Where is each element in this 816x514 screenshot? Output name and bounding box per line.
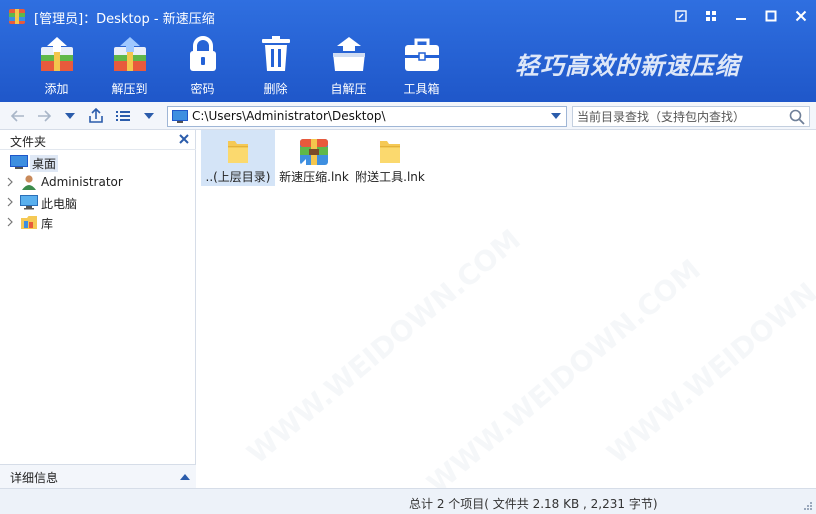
- add-archive-icon: [35, 34, 79, 74]
- close-button[interactable]: [786, 0, 816, 32]
- tree-item-this-pc[interactable]: 此电脑: [0, 192, 196, 212]
- library-icon: [21, 216, 37, 229]
- add-label: 添加: [44, 82, 69, 96]
- extract-to-icon: [108, 34, 152, 74]
- tree-item-library[interactable]: 库: [0, 212, 196, 232]
- app-header: [管理员]：Desktop - 新速压缩 添加 解压到 密码 删除 自解压 工具…: [0, 0, 816, 102]
- file-item-label: 附送工具.lnk: [355, 170, 425, 184]
- chevron-right-icon[interactable]: [6, 197, 14, 207]
- toolbox-button[interactable]: 工具箱: [385, 34, 458, 100]
- view-mode-button[interactable]: [113, 106, 133, 126]
- tree-item-administrator[interactable]: Administrator: [0, 172, 196, 192]
- chevron-up-icon[interactable]: [180, 473, 190, 480]
- minimize-button[interactable]: [726, 0, 756, 32]
- file-item-label: 新速压缩.lnk: [279, 170, 349, 184]
- resize-grip-icon[interactable]: [803, 501, 813, 511]
- address-bar[interactable]: C:\Users\Administrator\Desktop\: [167, 106, 567, 127]
- forward-button[interactable]: [34, 106, 54, 126]
- tree-item-desktop[interactable]: 桌面: [0, 152, 196, 172]
- lock-icon: [181, 34, 225, 74]
- self-extract-label: 自解压: [330, 82, 367, 96]
- folder-panel: 文件夹 桌面 Administrator 此电脑 库 详细信息: [0, 130, 196, 488]
- trash-icon: [254, 34, 298, 74]
- view-mode-dropdown[interactable]: [139, 106, 159, 126]
- file-item-label: ..(上层目录): [205, 170, 271, 184]
- details-panel-header[interactable]: 详细信息: [0, 464, 196, 488]
- user-icon: [22, 175, 36, 190]
- status-bar: 总计 2 个项目( 文件共 2.18 KB , 2,231 字节): [0, 488, 816, 514]
- address-path: C:\Users\Administrator\Desktop\: [192, 109, 386, 123]
- skin-icon: [675, 10, 687, 22]
- title-bar[interactable]: [管理员]：Desktop - 新速压缩: [0, 0, 816, 32]
- search-icon[interactable]: [788, 108, 806, 126]
- search-input[interactable]: [577, 108, 782, 125]
- chevron-right-icon[interactable]: [6, 177, 14, 187]
- window-title: [管理员]：Desktop - 新速压缩: [34, 12, 215, 27]
- file-item-parent-dir[interactable]: ..(上层目录): [201, 130, 275, 186]
- delete-button[interactable]: 删除: [239, 34, 312, 100]
- self-extract-button[interactable]: 自解压: [312, 34, 385, 100]
- close-icon: [795, 10, 807, 22]
- computer-icon: [20, 195, 38, 210]
- watermark: WWW.WEIDOWN.COM: [420, 252, 707, 501]
- watermark: WWW.WEIDOWN.COM: [240, 222, 527, 471]
- file-view[interactable]: WWW.WEIDOWN.COM WWW.WEIDOWN.COM WWW.WEID…: [201, 130, 816, 500]
- maximize-icon: [765, 10, 777, 22]
- chevron-right-icon[interactable]: [6, 217, 14, 227]
- tree-item-label: Administrator: [41, 175, 123, 189]
- address-dropdown[interactable]: [548, 107, 564, 126]
- desktop-icon: [10, 155, 28, 169]
- toolbox-label: 工具箱: [403, 82, 440, 96]
- extract-to-label: 解压到: [111, 82, 148, 96]
- file-item-app-lnk[interactable]: 新速压缩.lnk: [277, 130, 351, 186]
- maximize-button[interactable]: [756, 0, 786, 32]
- slogan: 轻巧高效的新速压缩: [515, 52, 740, 80]
- watermark: WWW.WEIDOWN.COM: [600, 222, 816, 471]
- address-row: C:\Users\Administrator\Desktop\: [0, 102, 816, 130]
- status-summary: 总计 2 个项目( 文件共 2.18 KB , 2,231 字节): [409, 497, 658, 511]
- add-button[interactable]: 添加: [20, 34, 93, 100]
- password-label: 密码: [190, 82, 215, 96]
- folder-icon: [373, 136, 407, 166]
- folder-panel-header: 文件夹: [0, 130, 196, 150]
- arrow-right-icon: [38, 110, 52, 122]
- folder-panel-title: 文件夹: [10, 135, 47, 149]
- chevron-down-icon: [144, 113, 154, 119]
- history-dropdown[interactable]: [60, 106, 80, 126]
- tree-item-label: 库: [41, 217, 54, 231]
- file-item-tools-lnk[interactable]: 附送工具.lnk: [353, 130, 427, 186]
- window-controls: [666, 0, 816, 32]
- archive-app-icon: [297, 136, 331, 166]
- password-button[interactable]: 密码: [166, 34, 239, 100]
- app-logo-icon: [9, 9, 25, 24]
- tree-item-label: 此电脑: [41, 197, 78, 211]
- skin-button[interactable]: [666, 0, 696, 32]
- up-level-button[interactable]: [86, 106, 106, 126]
- back-button[interactable]: [8, 106, 28, 126]
- desktop-icon: [172, 110, 188, 123]
- toolbar: 添加 解压到 密码 删除 自解压 工具箱: [20, 34, 458, 100]
- close-icon[interactable]: [178, 133, 190, 145]
- chevron-down-icon: [551, 113, 561, 119]
- delete-label: 删除: [263, 82, 288, 96]
- list-icon: [116, 111, 130, 121]
- grid-button[interactable]: [696, 0, 726, 32]
- tree-item-label: 桌面: [30, 155, 59, 172]
- toolbox-icon: [400, 34, 444, 74]
- search-box: [572, 106, 810, 127]
- self-extract-icon: [327, 34, 371, 74]
- folder-icon: [221, 136, 255, 166]
- chevron-down-icon: [65, 113, 75, 119]
- extract-to-button[interactable]: 解压到: [93, 34, 166, 100]
- grid-icon: [706, 11, 716, 21]
- minimize-icon: [736, 18, 746, 20]
- folder-tree: 桌面 Administrator 此电脑 库: [0, 152, 196, 232]
- arrow-left-icon: [10, 110, 24, 122]
- upload-icon: [89, 108, 103, 123]
- details-panel-title: 详细信息: [10, 471, 59, 485]
